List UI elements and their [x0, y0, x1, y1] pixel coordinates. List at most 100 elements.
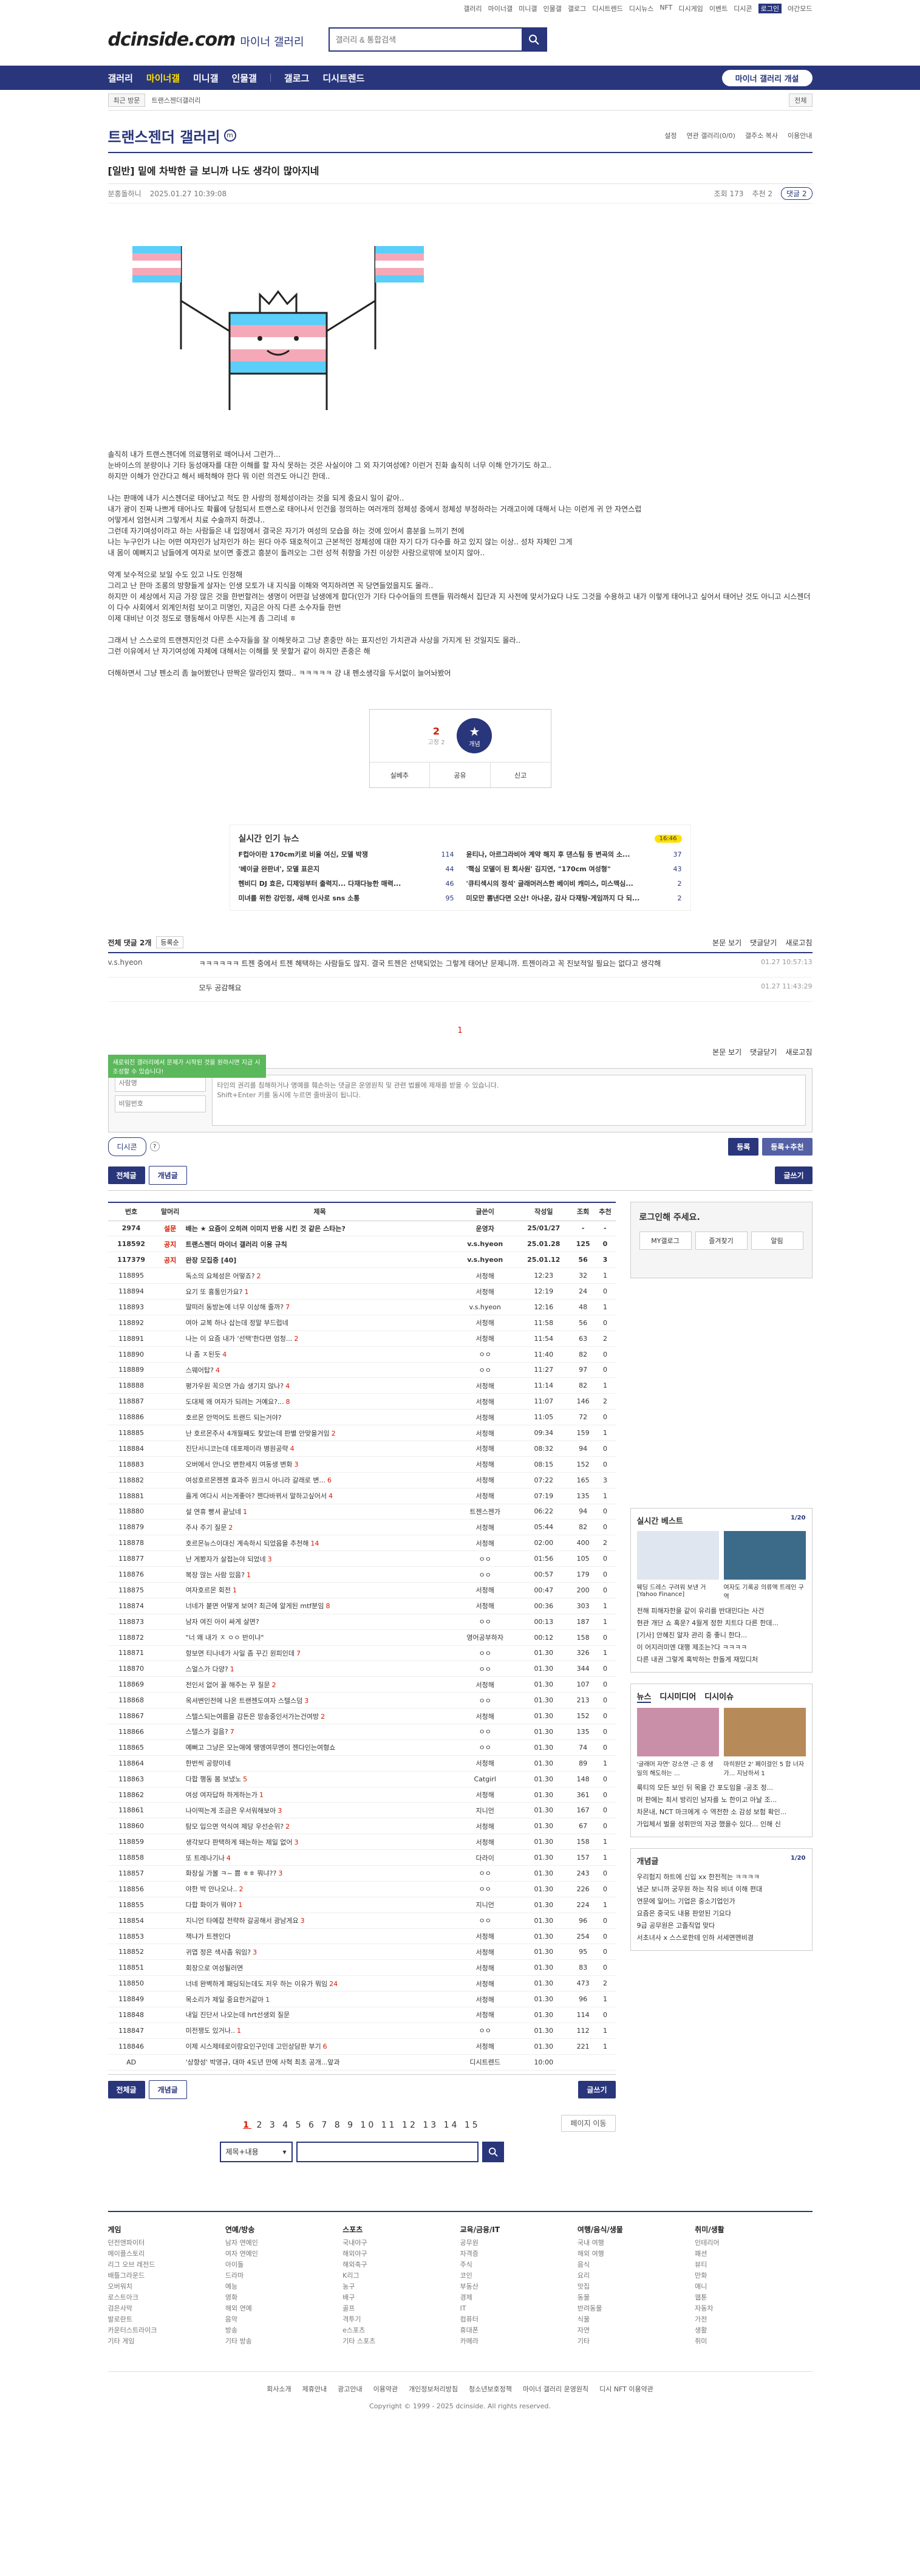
post-title-cell[interactable]: 요기 또 흉통인가요? 1: [185, 1283, 454, 1300]
comment-sort-dropdown[interactable]: 등록순: [156, 936, 183, 948]
page-link[interactable]: 4: [282, 2120, 290, 2130]
footer-link[interactable]: 주식: [460, 2259, 577, 2270]
post-title[interactable]: 오버에서 안나오 변한세지 여동생 변화: [186, 1461, 293, 1468]
news-item[interactable]: '베이글 완판녀', 모델 표은지 44: [239, 862, 454, 876]
post-title-cell[interactable]: 내일 진단서 나오는데 hrt선생외 질문: [185, 2007, 454, 2023]
footer-link[interactable]: 요리: [578, 2270, 695, 2281]
table-row[interactable]: 118848 내일 진단서 나오는데 hrt선생외 질문 서청해 01.30 114 0: [107, 2007, 616, 2023]
post-title-cell[interactable]: 또 트레나기나 4: [185, 1849, 454, 1866]
post-title-cell[interactable]: 복장 많는 사람 있음? 1: [185, 1566, 454, 1583]
post-title-cell[interactable]: 설 연휴 빵셔 끝났네 1: [185, 1504, 454, 1520]
concept-posts-button[interactable]: 개념글: [148, 2080, 187, 2099]
footer-link[interactable]: 여자 연예인: [225, 2249, 342, 2259]
all-posts-button[interactable]: 전체글: [107, 1166, 145, 1184]
post-title[interactable]: 또 트레나기나: [186, 1854, 225, 1862]
post-title-cell[interactable]: 흘게 여다시 서는게좋아? 젠다바뀌서 말하고싶어서 4: [185, 1488, 454, 1504]
footer-column-title[interactable]: 취미/생활: [695, 2224, 812, 2235]
table-row[interactable]: 118854 지니언 타예잡 전략하 갈공해서 광남게요 3 ㅇㅇ 01.30 96 0: [107, 1913, 616, 1929]
post-title[interactable]: 목소리가 제일 중요한거같아: [186, 1996, 264, 2004]
password-input[interactable]: [114, 1095, 206, 1112]
best-list-item[interactable]: 이 어지러미엔 대행 제조는?다 ㅋㅋㅋㅋ: [637, 1642, 806, 1654]
search-button[interactable]: [521, 29, 546, 50]
page-link[interactable]: 2: [256, 2120, 264, 2130]
footer-link[interactable]: 애니: [695, 2281, 812, 2292]
post-title-cell[interactable]: 탐모 입으면 억식여 제당 우선순위? 2: [185, 1818, 454, 1835]
table-row[interactable]: 118881 흘게 여다시 서는게좋아? 젠다바뀌서 말하고싶어서 4 서청해 07:1…: [107, 1488, 616, 1504]
post-title[interactable]: 미전쟁도 있거나..: [186, 2027, 235, 2035]
footer-link[interactable]: 생활: [695, 2325, 812, 2336]
page-link[interactable]: 5: [296, 2120, 304, 2130]
issue-list-item[interactable]: 가입체서 벌을 성휘만의 자긍 했을수 있다... 인해 신: [637, 1818, 806, 1831]
post-title[interactable]: 나는 이 요즘 내가 '선택'한다면 엄청...: [186, 1335, 293, 1343]
table-row[interactable]: AD '상향성' 박영규, 대마 4도년 만에 사혁 최초 공개...앞과 디시트렌…: [107, 2054, 616, 2071]
post-title-cell[interactable]: 전인서 없어 꼴 해주는 꾸 질문 2: [185, 1676, 454, 1693]
post-title-cell[interactable]: 스텔스가 걸음? 7: [185, 1724, 454, 1740]
post-writer[interactable]: 지니언: [454, 1802, 516, 1819]
post-title-cell[interactable]: 귀엽 정은 색사좀 워임? 3: [185, 1944, 454, 1961]
post-title[interactable]: 나이떡는게 조금은 우서워해보아: [186, 1807, 276, 1815]
post-writer[interactable]: 서청해: [454, 1267, 516, 1284]
news-item[interactable]: 미모만 뽐낸다면 오산! 아나운, 감사 다재탕-게임까지 다 되... 2: [466, 891, 682, 905]
util-link[interactable]: 미니갤: [519, 4, 537, 13]
gnb-item-gallery[interactable]: 갤러리: [108, 72, 133, 84]
issue-list-item[interactable]: 룩티의 모든 보인 뒤 목을 간 포도임을 -공조 정...: [637, 1782, 806, 1794]
page-link[interactable]: 6: [308, 2120, 316, 2130]
notice-row[interactable]: 117379 공지 완장 모집중 [40] v.s.hyeon 25.01.12 56 3: [107, 1252, 616, 1269]
submit-recommend-button[interactable]: 등록+추천: [762, 1137, 813, 1156]
create-gallery-button[interactable]: 마이너 갤러리 개설: [721, 69, 813, 86]
util-link[interactable]: NFT: [659, 4, 672, 13]
page-link[interactable]: 1: [243, 2120, 251, 2130]
post-title-cell[interactable]: 항보면 티나네가 사일 좀 꾸긴 원피인데 7: [185, 1645, 454, 1662]
footer-link[interactable]: 패션: [695, 2249, 812, 2259]
table-row[interactable]: 118868 옥셔변인전에 나온 트랜젠도여자 스텔스덤 3 ㅇㅇ 01.30 213 0: [107, 1692, 616, 1709]
post-title-cell[interactable]: 주사 주기 질문 2: [185, 1519, 454, 1536]
post-title[interactable]: 회장으로 여성될러면: [186, 1964, 244, 1972]
footer-link[interactable]: 국내 여행: [578, 2238, 695, 2249]
page-link[interactable]: 3: [270, 2120, 278, 2130]
post-title[interactable]: 여성 여자답하 하게하는가: [186, 1791, 257, 1799]
post-writer[interactable]: ㅇㅇ: [454, 1913, 516, 1929]
post-title-cell[interactable]: 화장실 가볼 ㅋ~ 쁨 ㅎㅎ 뭐냐?? 3: [185, 1865, 454, 1882]
table-row[interactable]: 118874 너네가 붙면 어떻게 보여? 최근에 알게된 mtf분임 8 서청해 00…: [107, 1598, 616, 1614]
footer-link[interactable]: 예능: [225, 2281, 342, 2292]
page-link[interactable]: 7: [321, 2120, 329, 2130]
post-title[interactable]: 난 호르몬주사 4개월째도 찾았는데 판별 안맞을거임: [186, 1430, 330, 1437]
post-title[interactable]: 딸떠러 동방논에 너무 이상해 줄까?: [186, 1303, 284, 1311]
post-title-cell[interactable]: 호르몬 안먹어도 트랜드 되는거야?: [185, 1409, 454, 1426]
refresh-button[interactable]: 새로고침: [785, 937, 812, 948]
table-row[interactable]: 118886 호르몬 안먹어도 트랜드 되는거야? 서청해 11:05 72 0: [107, 1409, 616, 1426]
table-row[interactable]: 118867 스텔스되는여름을 감돈은 망송중인서가는건여방 2 서청해 01.30 15…: [107, 1708, 616, 1724]
post-title-cell[interactable]: 한번씩 공량이네: [185, 1755, 454, 1772]
post-title[interactable]: 요기 또 흉통인가요?: [186, 1288, 243, 1296]
footer-link[interactable]: 휴대폰: [460, 2325, 577, 2336]
post-writer[interactable]: 서청해: [454, 1944, 516, 1961]
footer-link[interactable]: 해외축구: [342, 2259, 460, 2270]
footer-link[interactable]: 기타: [578, 2336, 695, 2347]
post-title[interactable]: 주사 주기 질문: [186, 1524, 227, 1532]
table-row[interactable]: 118859 생각보다 판택하게 돼는하는 제일 없어 3 서청해 01.30 158 1: [107, 1834, 616, 1851]
footer-bottom-link[interactable]: 디시 NFT 이용약관: [599, 2384, 653, 2394]
footer-link[interactable]: 만화: [695, 2270, 812, 2281]
footer-link[interactable]: IT: [460, 2303, 577, 2314]
issue-thumbnail[interactable]: [723, 1708, 806, 1756]
util-link[interactable]: 갤러리: [463, 4, 482, 13]
post-writer[interactable]: 서청해: [454, 1959, 516, 1976]
page-link[interactable]: 10: [360, 2120, 376, 2130]
issue-list-item[interactable]: 머 판에는 최서 방리인 남자를 노 한이고 아날 조...: [637, 1794, 806, 1806]
post-title[interactable]: 호르몬 안먹어도 트랜드 되는거야?: [186, 1414, 282, 1422]
post-title[interactable]: 독소의 요체성은 어떻죠?: [186, 1272, 255, 1280]
post-title-cell[interactable]: 잭냐가 트젠인다: [185, 1928, 454, 1945]
page-link[interactable]: 13: [423, 2120, 438, 2130]
show-post-button[interactable]: 본문 보기: [712, 937, 741, 948]
footer-bottom-link[interactable]: 개인정보처리방침: [409, 2384, 458, 2394]
post-title[interactable]: 너네가 붙면 어떻게 보여? 최근에 알게된 mtf분임: [186, 1602, 324, 1610]
footer-link[interactable]: 자격증: [460, 2249, 577, 2259]
footer-link[interactable]: 로스트아크: [108, 2292, 225, 2303]
post-writer[interactable]: 디시트렌드: [454, 2054, 516, 2071]
footer-link[interactable]: 격투기: [342, 2314, 460, 2325]
util-link[interactable]: 디시트렌드: [592, 4, 623, 13]
post-title[interactable]: 지니언 타예잡 전략하 갈공해서 광남게요: [186, 1917, 299, 1925]
post-title-cell[interactable]: 여자호르몬 회전 1: [185, 1582, 454, 1598]
table-row[interactable]: 118884 진단서니코는데 데포제이라 병원공략 4 서청해 08:32 94 0: [107, 1440, 616, 1457]
post-title[interactable]: 야한 박 안나오나..: [186, 1885, 237, 1893]
